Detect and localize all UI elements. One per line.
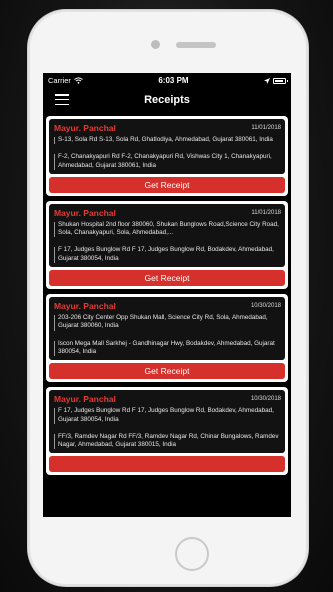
carrier-label: Carrier bbox=[48, 76, 71, 85]
receipt-date: 10/30/2018 bbox=[250, 303, 281, 310]
drop-address: FF/3, Ramdev Nagar Rd FF/3, Ramdev Nagar… bbox=[54, 433, 281, 450]
drop-address: Iscon Mega Mall Sarkhej - Gandhinagar Hw… bbox=[54, 340, 281, 357]
location-arrow-icon bbox=[264, 77, 270, 84]
drop-address: F-2, Chanakyapuri Rd F-2, Chanakyapuri R… bbox=[54, 153, 281, 170]
receipt-card: Mayur. Panchal 11/01/2018 Shukan Hospita… bbox=[46, 200, 288, 290]
get-receipt-button[interactable]: Get Receipt bbox=[49, 176, 285, 193]
get-receipt-button[interactable] bbox=[49, 456, 285, 473]
menu-icon[interactable] bbox=[55, 94, 69, 105]
receipt-date: 11/01/2018 bbox=[251, 125, 281, 131]
receipt-card: Mayur. Panchal 10/30/2018 F 17, Judges B… bbox=[46, 387, 288, 476]
get-receipt-button[interactable]: Get Receipt bbox=[49, 363, 285, 380]
pickup-address: S-13, Sola Rd S-13, Sola Rd, Ghatlodiya,… bbox=[54, 136, 281, 145]
pickup-address: Shukan Hospital 2nd floor 380060, Shukan… bbox=[54, 221, 281, 238]
pickup-address: F 17, Judges Bunglow Rd F 17, Judges Bun… bbox=[54, 407, 281, 424]
wifi-icon bbox=[74, 77, 83, 84]
get-receipt-button[interactable]: Get Receipt bbox=[49, 270, 285, 287]
receipt-card: Mayur. Panchal 11/01/2018 S-13, Sola Rd … bbox=[46, 116, 288, 196]
pickup-address: 203-206 City Center Opp Shukan Mall, Sci… bbox=[54, 314, 281, 331]
customer-name: Mayur. Panchal bbox=[54, 207, 116, 218]
battery-icon bbox=[273, 77, 288, 84]
nav-bar: Receipts bbox=[43, 88, 291, 111]
customer-name: Mayur. Panchal bbox=[54, 123, 116, 133]
receipt-card: Mayur. Panchal 10/30/2018 203-206 City C… bbox=[46, 294, 288, 383]
status-bar: Carrier 6:03 PM bbox=[43, 73, 291, 88]
receipt-date: 11/01/2018 bbox=[251, 209, 281, 216]
earpiece-speaker bbox=[176, 42, 216, 48]
drop-address: F 17, Judges Bunglow Rd F 17, Judges Bun… bbox=[54, 246, 281, 264]
front-camera bbox=[151, 40, 160, 49]
status-time: 6:03 PM bbox=[158, 76, 189, 85]
app-screen: Carrier 6:03 PM Receipts Mayur. Panchal … bbox=[43, 73, 291, 517]
customer-name: Mayur. Panchal bbox=[54, 301, 116, 312]
receipt-date: 10/30/2018 bbox=[250, 396, 281, 403]
home-button[interactable] bbox=[175, 537, 209, 571]
customer-name: Mayur. Panchal bbox=[54, 394, 116, 405]
receipts-list[interactable]: Mayur. Panchal 11/01/2018 S-13, Sola Rd … bbox=[43, 111, 291, 476]
page-title: Receipts bbox=[144, 93, 190, 106]
